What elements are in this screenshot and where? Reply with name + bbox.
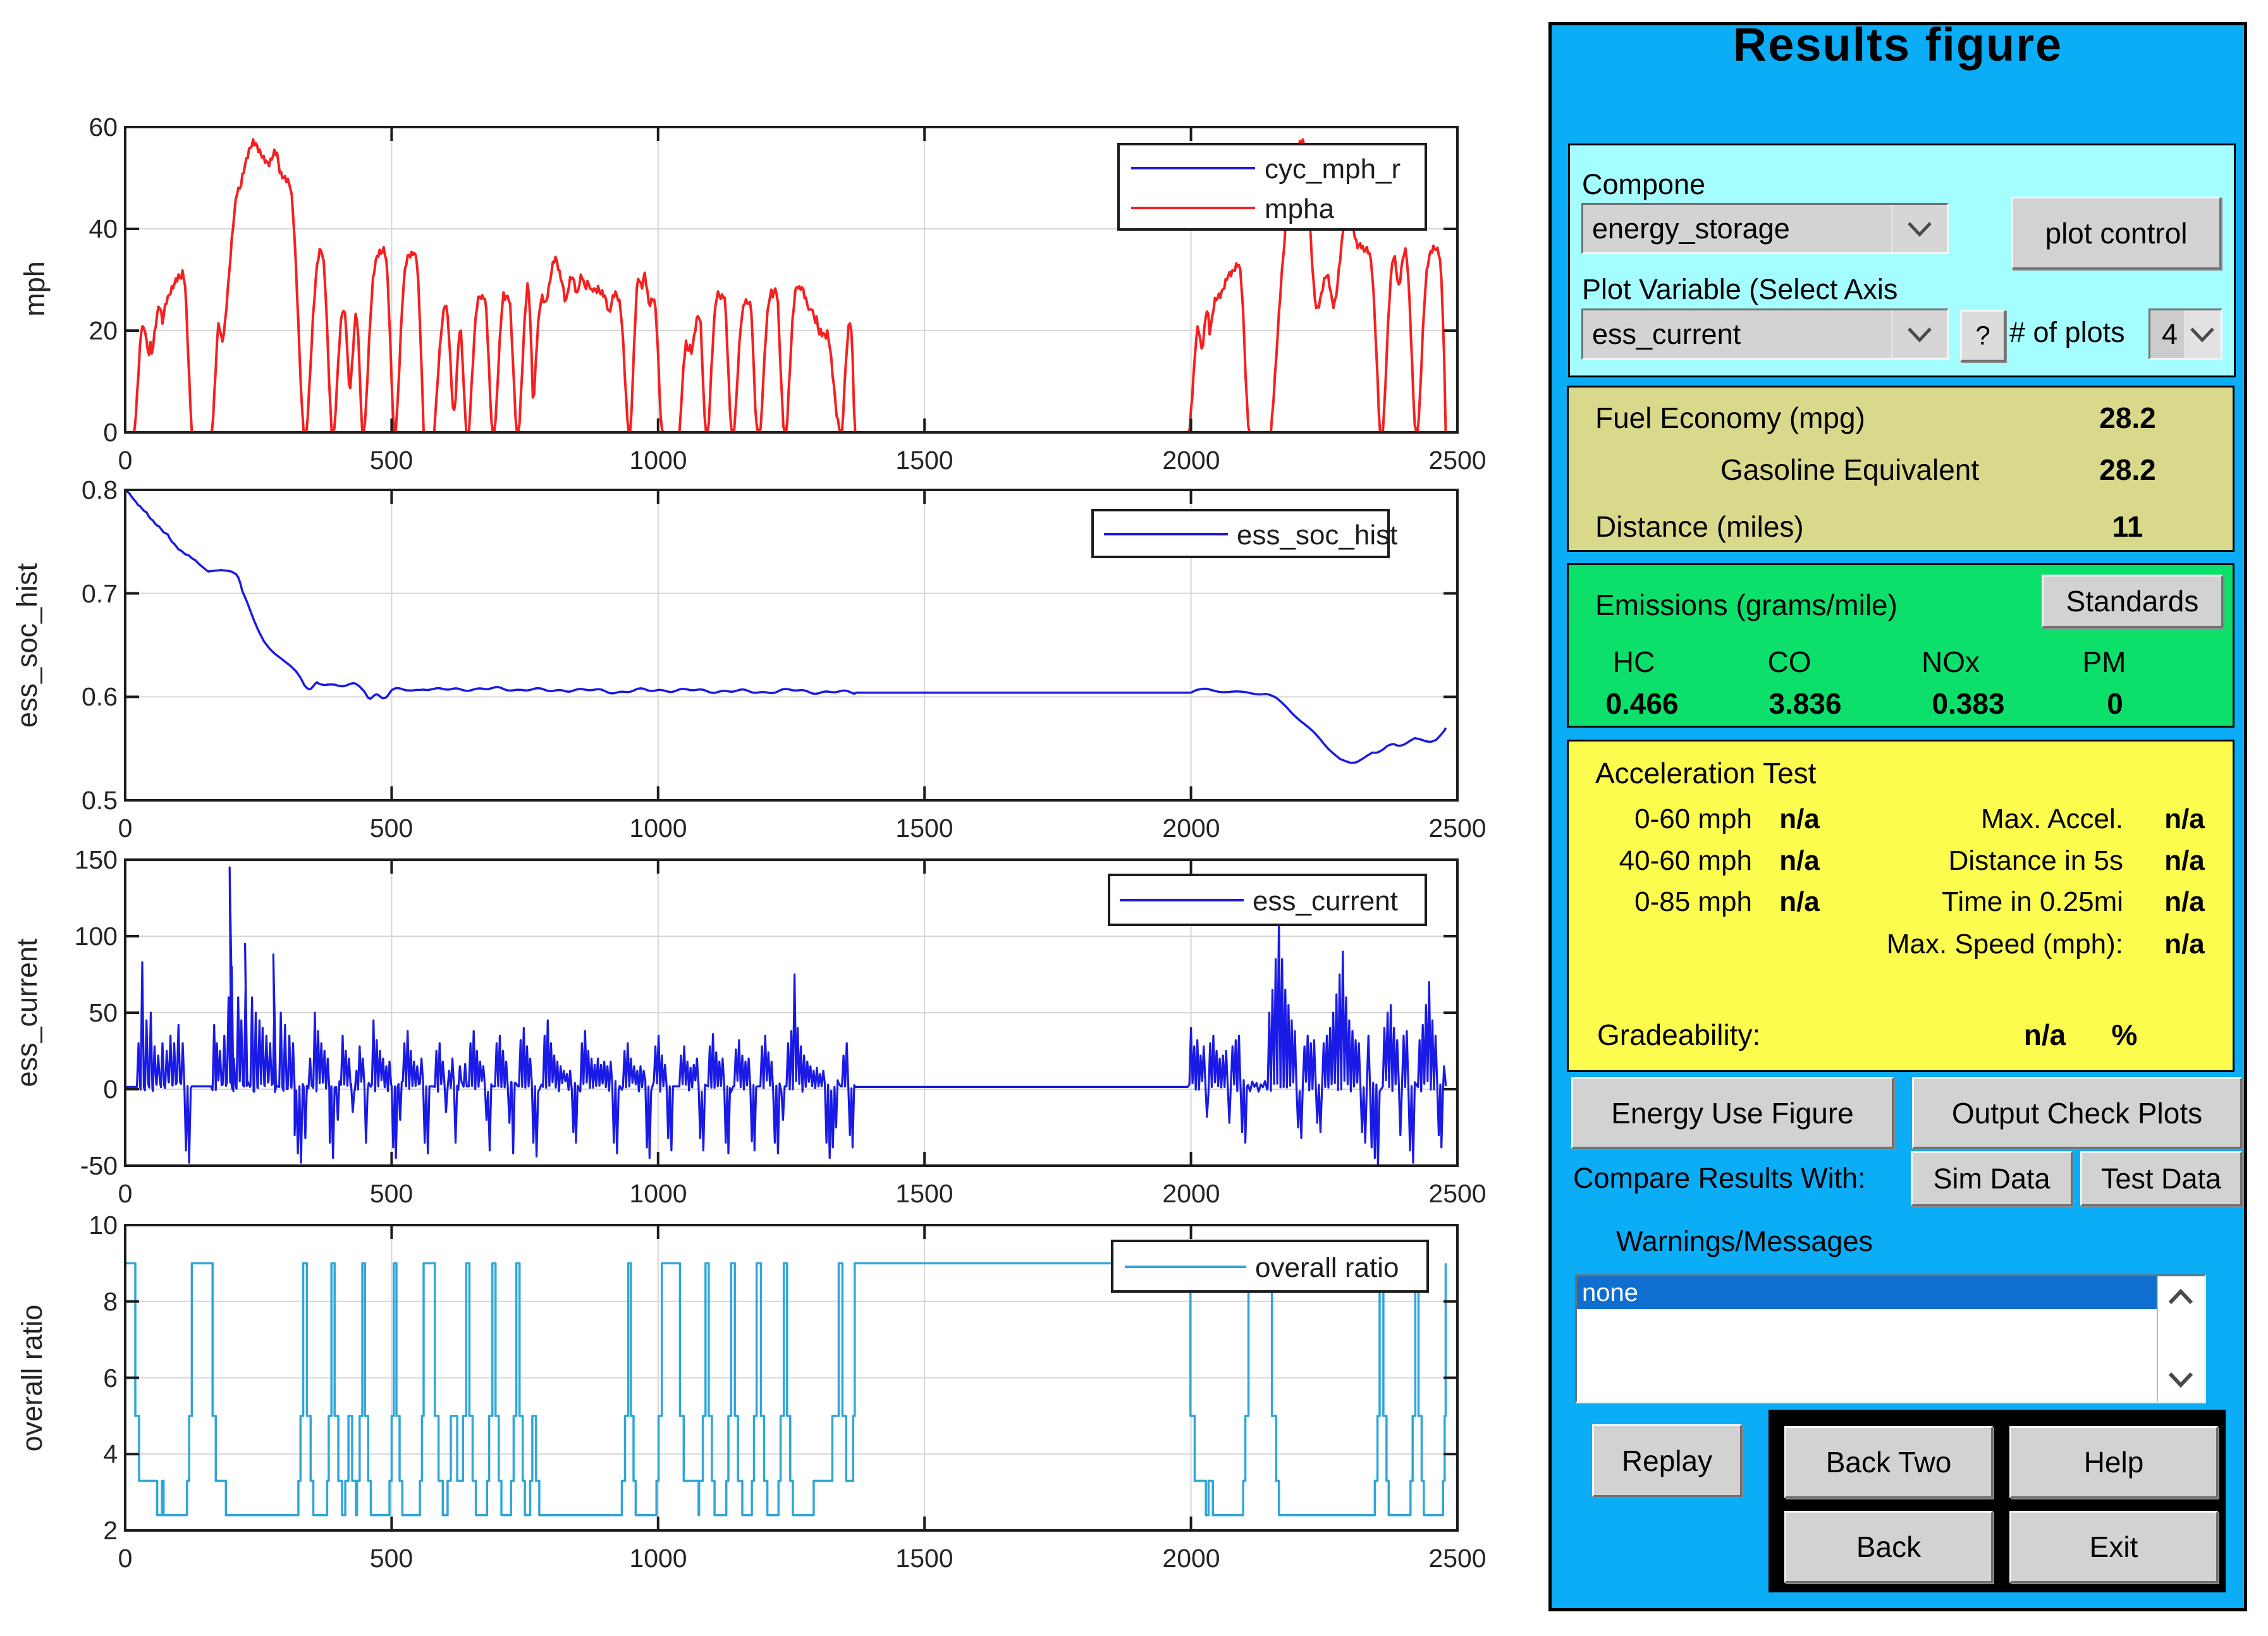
svg-text:2000: 2000 <box>1162 1544 1220 1573</box>
svg-text:2500: 2500 <box>1428 446 1486 475</box>
svg-text:150: 150 <box>75 845 118 874</box>
svg-text:1500: 1500 <box>895 1179 953 1208</box>
svg-text:60: 60 <box>89 113 118 142</box>
svg-text:ess_soc_hist: ess_soc_hist <box>1237 520 1397 551</box>
svg-text:2000: 2000 <box>1162 446 1220 475</box>
svg-text:0.8: 0.8 <box>82 475 118 504</box>
svg-text:1500: 1500 <box>895 446 953 475</box>
svg-text:10: 10 <box>89 1211 118 1240</box>
svg-text:100: 100 <box>75 922 118 951</box>
svg-text:20: 20 <box>89 316 118 345</box>
svg-text:2000: 2000 <box>1162 1179 1220 1208</box>
svg-text:1000: 1000 <box>629 1179 687 1208</box>
svg-text:overall ratio: overall ratio <box>1255 1252 1399 1283</box>
svg-text:0: 0 <box>118 446 133 475</box>
svg-text:0.6: 0.6 <box>82 682 118 711</box>
svg-text:500: 500 <box>370 814 413 843</box>
svg-text:0: 0 <box>118 814 133 843</box>
svg-text:mph: mph <box>18 261 51 317</box>
svg-text:1000: 1000 <box>629 814 687 843</box>
svg-text:0: 0 <box>118 1179 133 1208</box>
svg-text:ess_soc_hist: ess_soc_hist <box>11 563 43 728</box>
svg-text:ess_current: ess_current <box>11 938 43 1087</box>
svg-text:overall ratio: overall ratio <box>16 1305 48 1452</box>
svg-text:2000: 2000 <box>1162 814 1220 843</box>
svg-text:1500: 1500 <box>895 814 953 843</box>
svg-text:500: 500 <box>370 1544 413 1573</box>
svg-text:2500: 2500 <box>1428 1544 1486 1573</box>
svg-text:6: 6 <box>103 1364 118 1393</box>
svg-text:0: 0 <box>118 1544 133 1573</box>
svg-text:40: 40 <box>89 214 118 243</box>
svg-text:1000: 1000 <box>629 1544 687 1573</box>
svg-text:0.5: 0.5 <box>82 786 118 815</box>
svg-text:0: 0 <box>103 1075 118 1104</box>
svg-text:1000: 1000 <box>629 446 687 475</box>
svg-text:4: 4 <box>103 1439 118 1468</box>
svg-text:cyc_mph_r: cyc_mph_r <box>1265 154 1401 185</box>
svg-text:ess_current: ess_current <box>1253 886 1398 917</box>
svg-text:0: 0 <box>103 418 118 447</box>
svg-text:1500: 1500 <box>895 1544 953 1573</box>
svg-text:2500: 2500 <box>1428 1179 1486 1208</box>
svg-text:500: 500 <box>370 446 413 475</box>
svg-text:mpha: mpha <box>1265 193 1335 224</box>
svg-text:50: 50 <box>89 998 118 1027</box>
svg-text:500: 500 <box>370 1179 413 1208</box>
svg-text:-50: -50 <box>80 1151 118 1180</box>
svg-text:2: 2 <box>103 1516 118 1545</box>
svg-text:2500: 2500 <box>1428 814 1486 843</box>
svg-text:8: 8 <box>103 1287 118 1316</box>
svg-text:0.7: 0.7 <box>82 579 118 608</box>
